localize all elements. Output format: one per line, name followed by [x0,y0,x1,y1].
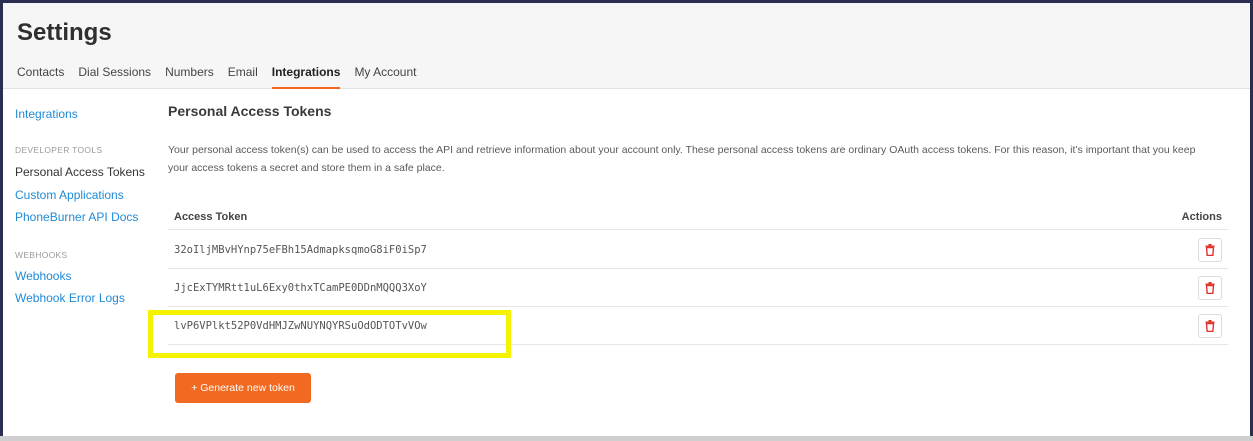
table-row: 32oIljMBvHYnp75eFBh15AdmapksqmoG8iF0iSp7 [168,231,1228,269]
access-token-value: 32oIljMBvHYnp75eFBh15AdmapksqmoG8iF0iSp7 [174,244,427,256]
sidebar-item-webhook-error-logs[interactable]: Webhook Error Logs [15,291,125,305]
delete-token-button[interactable] [1198,238,1222,262]
trash-icon [1205,244,1215,256]
sidebar-item-api-docs[interactable]: PhoneBurner API Docs [15,210,138,224]
settings-tabs: Contacts Dial Sessions Numbers Email Int… [17,65,430,89]
tab-integrations[interactable]: Integrations [271,65,341,89]
sidebar-item-custom-applications[interactable]: Custom Applications [15,188,124,202]
delete-token-button[interactable] [1198,314,1222,338]
column-header-actions: Actions [1181,211,1222,223]
access-token-value: JjcExTYMRtt1uL6Exy0thxTCamPE0DDnMQQQ3XoY [174,282,427,294]
column-header-access-token: Access Token [174,211,248,223]
tab-dial-sessions[interactable]: Dial Sessions [78,65,151,89]
sidebar-item-personal-access-tokens[interactable]: Personal Access Tokens [15,165,145,179]
settings-header: Settings Contacts Dial Sessions Numbers … [3,3,1250,89]
tab-my-account[interactable]: My Account [354,65,416,89]
generate-token-button[interactable]: + Generate new token [175,373,311,403]
tab-contacts[interactable]: Contacts [17,65,64,89]
highlight-box [148,310,511,358]
sidebar-item-webhooks[interactable]: Webhooks [15,269,71,283]
section-title: Personal Access Tokens [168,103,332,119]
page-title: Settings [17,19,112,46]
bottom-border [0,436,1253,441]
tab-numbers[interactable]: Numbers [165,65,214,89]
table-row: JjcExTYMRtt1uL6Exy0thxTCamPE0DDnMQQQ3XoY [168,269,1228,307]
tab-email[interactable]: Email [228,65,258,89]
trash-icon [1205,320,1215,332]
table-header-divider [168,229,1228,230]
description-text: Your personal access token(s) can be use… [168,144,1196,174]
sidebar-heading-webhooks: WEBHOOKS [15,250,68,260]
sidebar-heading-developer-tools: DEVELOPER TOOLS [15,145,103,155]
delete-token-button[interactable] [1198,276,1222,300]
trash-icon [1205,282,1215,294]
sidebar-item-integrations[interactable]: Integrations [15,107,78,121]
